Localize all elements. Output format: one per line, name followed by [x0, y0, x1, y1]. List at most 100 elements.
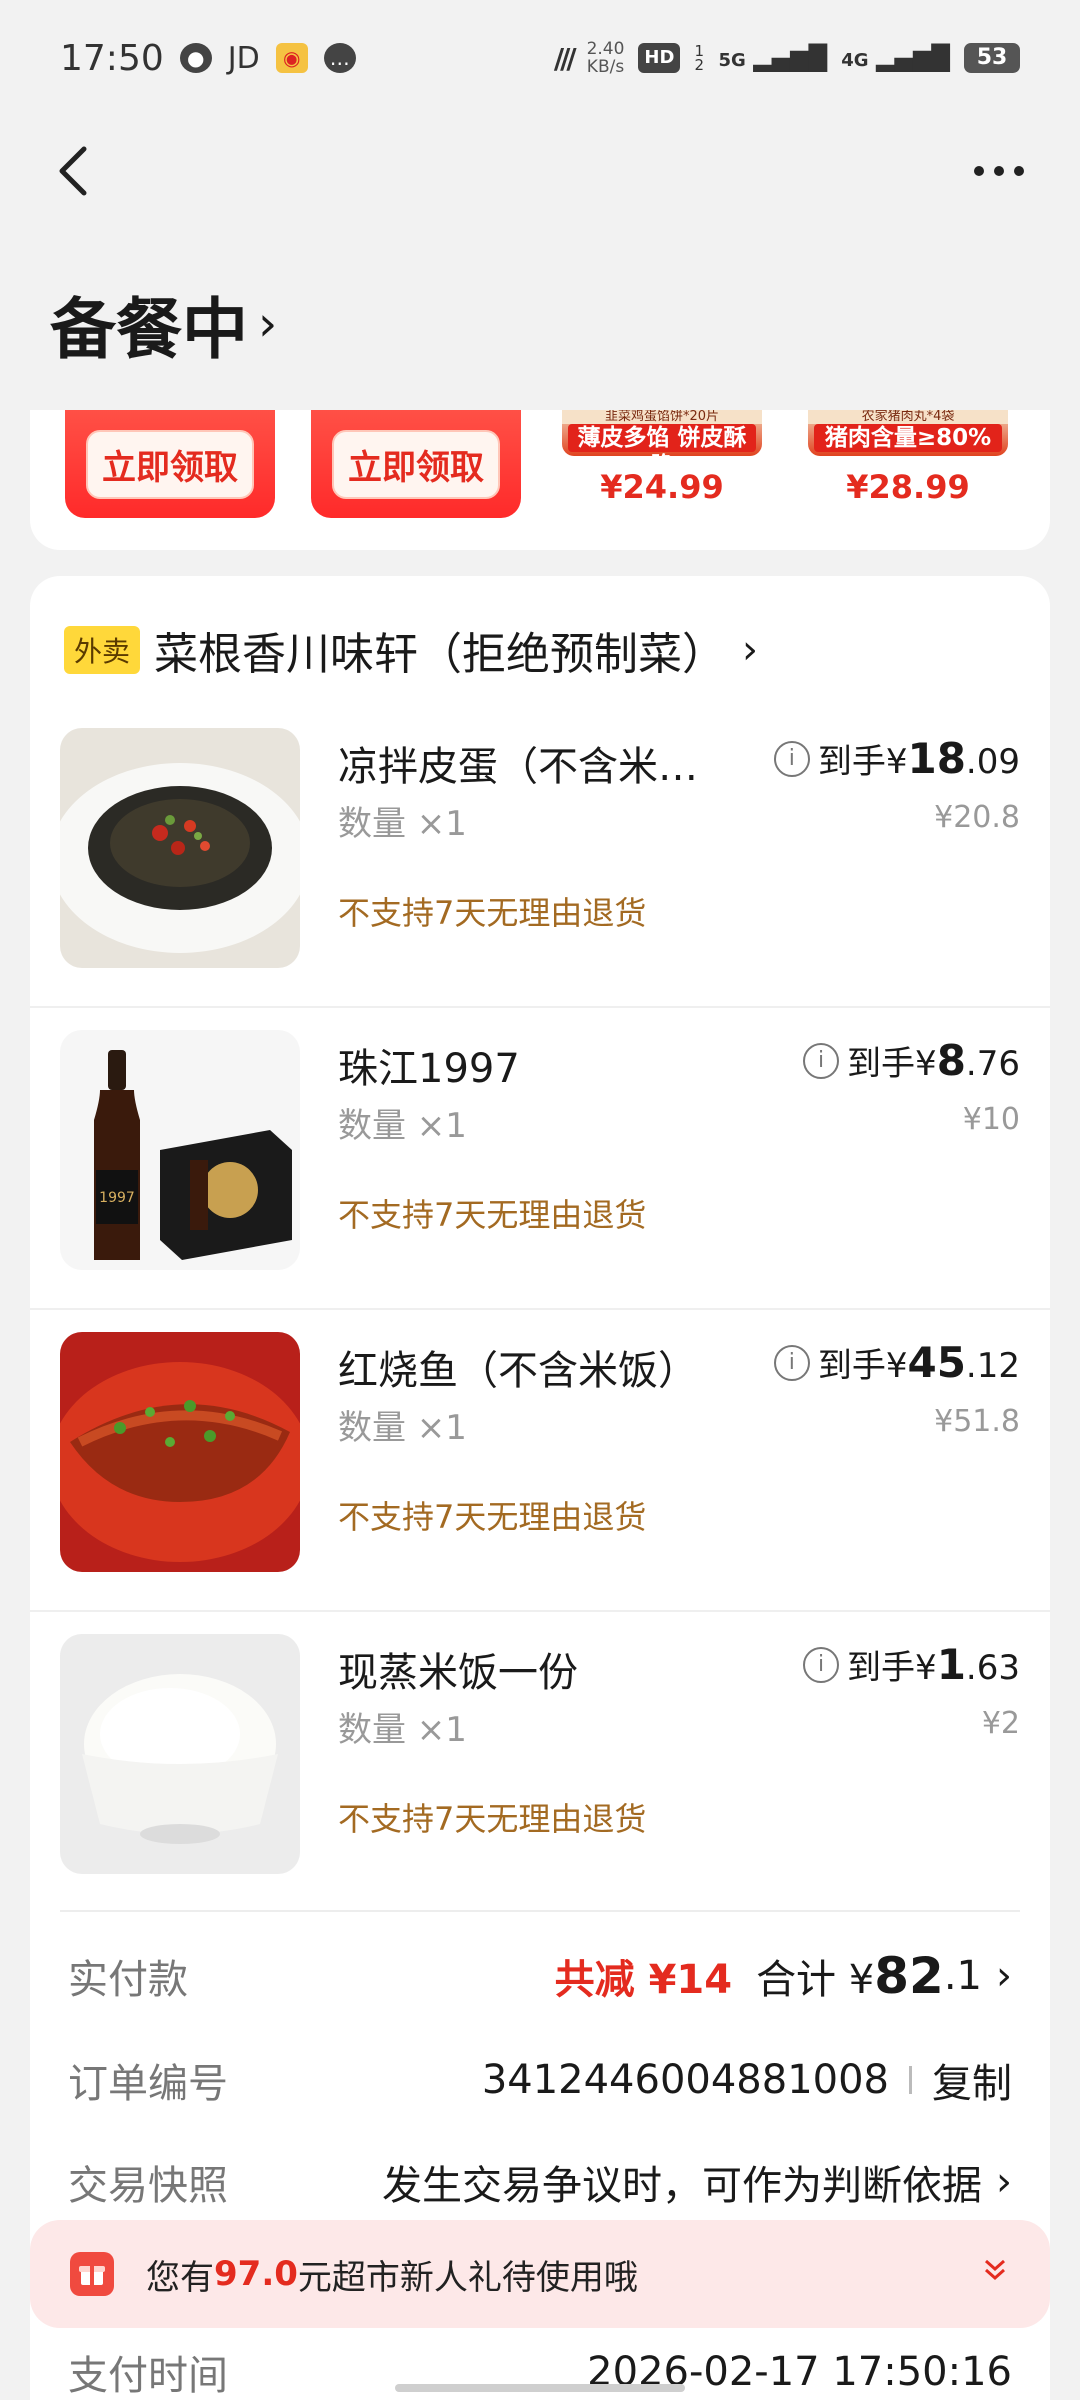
signal-carrier-icon: /// [553, 41, 577, 75]
info-icon[interactable]: i [803, 1646, 840, 1683]
return-policy: 不支持7天无理由退货 [338, 894, 647, 932]
price-int: 45 [907, 1338, 966, 1387]
chevron-right-icon: › [996, 2159, 1012, 2205]
order-item[interactable]: 1997 珠江1997 数量 ×1 不支持7天无理由退货 i 到手¥ 8 .76… [30, 1030, 1050, 1330]
item-name: 红烧鱼（不含米饭） [338, 1348, 698, 1394]
promo-image: 农家猪肉丸*4袋 猪肉含量≥80% [808, 410, 1008, 456]
order-item[interactable]: 现蒸米饭一份 数量 ×1 不支持7天无理由退货 i 到手¥ 1 .63 ¥2 [30, 1634, 1050, 1934]
item-quantity: 数量 ×1 [338, 1106, 467, 1146]
return-policy: 不支持7天无理由退货 [338, 1498, 647, 1536]
signal-5g-label: 5G [718, 50, 746, 71]
item-name: 现蒸米饭一份 [338, 1650, 578, 1696]
battery-icon: 53 [964, 43, 1020, 73]
jd-icon: JD [227, 40, 260, 76]
more-options-button[interactable] [944, 141, 1024, 201]
signal-4g-icon: 4G ▂▄▆█ [841, 44, 950, 72]
wechat-icon: ● [179, 43, 212, 73]
back-arrow-icon [59, 146, 87, 196]
more-dot-icon [1014, 166, 1024, 176]
total-int: 82 [874, 1947, 944, 2005]
price-dec: .63 [965, 1648, 1020, 1688]
separator [909, 2066, 912, 2094]
copy-button[interactable]: 复制 [932, 2051, 1012, 2109]
rice-bowl-image [60, 1634, 300, 1874]
divider [30, 1308, 1050, 1310]
snapshot-text: 发生交易争议时，可作为判断依据 [382, 2163, 982, 2209]
info-icon[interactable]: i [773, 1344, 810, 1381]
price-int: 1 [936, 1640, 966, 1689]
promo-band: 猪肉含量≥80% [814, 424, 1002, 452]
total-dec: .1 [943, 1953, 982, 1999]
preserved-egg-image [60, 728, 300, 968]
promo-caption: 韭菜鸡蛋馅饼*20片 [562, 410, 762, 424]
store-name: 菜根香川味轩（拒绝预制菜） [154, 629, 727, 680]
promo-product[interactable]: 农家猪肉丸*4袋 猪肉含量≥80% ¥28.99 [808, 410, 1008, 506]
banner-text-pre: 您有 [146, 2257, 214, 2298]
pay-time-label: 支付时间 [68, 2353, 228, 2399]
paid-label: 实付款 [68, 1957, 188, 2003]
info-icon[interactable]: i [773, 740, 810, 777]
price-int: 18 [907, 734, 966, 783]
double-chevron-down-icon[interactable] [980, 2255, 1010, 2293]
price-prefix: 到手¥ [817, 1346, 908, 1386]
more-dot-icon [994, 166, 1004, 176]
more-dot-icon [974, 166, 984, 176]
message-icon: … [323, 43, 356, 73]
price-prefix: 到手¥ [847, 1044, 937, 1084]
return-policy: 不支持7天无理由退货 [338, 1196, 647, 1234]
item-name: 凉拌皮蛋（不含米… [338, 744, 698, 790]
divider [30, 1610, 1050, 1612]
back-button[interactable] [56, 141, 116, 201]
order-item[interactable]: 凉拌皮蛋（不含米… 数量 ×1 不支持7天无理由退货 i 到手¥ 18 .09 … [30, 728, 1050, 1028]
promo-caption: 农家猪肉丸*4袋 [808, 410, 1008, 424]
status-bar: 17:50 ● JD ◉ … /// 2.40 KB/s HD 1 2 5G ▂… [0, 0, 1080, 116]
total-discount: 共减 ¥14 [554, 1957, 733, 2003]
weibo-icon: ◉ [275, 43, 308, 73]
snapshot-label: 交易快照 [68, 2163, 228, 2209]
promo-price: ¥24.99 [600, 468, 724, 506]
status-left: 17:50 ● JD ◉ … [60, 38, 356, 79]
chevron-right-icon: › [258, 296, 278, 352]
nav-bar [0, 116, 1080, 226]
item-quantity: 数量 ×1 [338, 1408, 467, 1448]
chevron-right-icon: › [996, 1953, 1012, 1999]
home-indicator[interactable] [395, 2384, 685, 2392]
new-user-gift-banner[interactable]: 您有 97.0 元超市新人礼待使用哦 [30, 2220, 1050, 2328]
order-item[interactable]: 红烧鱼（不含米饭） 数量 ×1 不支持7天无理由退货 i 到手¥ 45 .12 … [30, 1332, 1050, 1632]
paid-amount-row[interactable]: 实付款 共减 ¥14 合计 ¥ 82 .1 › [68, 1940, 1012, 2012]
coupon-card-2: 立即领取 [311, 410, 521, 518]
paid-amount: 共减 ¥14 合计 ¥ 82 .1 › [555, 1947, 1012, 2005]
item-thumbnail: 1997 [60, 1030, 300, 1270]
coupon-strip: 立即领取 立即领取 韭菜鸡蛋馅饼*20片 薄皮多馅 饼皮酥脆 ¥24.99 农家… [30, 410, 1050, 550]
item-price: i 到手¥ 8 .76 [803, 1036, 1020, 1085]
original-price: ¥20.8 [934, 800, 1020, 835]
trade-snapshot-row[interactable]: 交易快照 发生交易争议时，可作为判断依据 › [68, 2146, 1012, 2218]
claim-coupon-button[interactable]: 立即领取 [86, 429, 254, 499]
clock: 17:50 [60, 37, 164, 79]
braised-fish-image [60, 1332, 300, 1572]
store-link[interactable]: 外卖 菜根香川味轩（拒绝预制菜） › [64, 618, 758, 682]
gift-icon [70, 2252, 114, 2296]
order-no-label: 订单编号 [68, 2061, 228, 2107]
divider [30, 1006, 1050, 1008]
item-price: i 到手¥ 1 .63 [803, 1640, 1020, 1689]
info-icon[interactable]: i [803, 1042, 840, 1079]
order-number: 3412446004881008 [481, 2057, 889, 2103]
delivery-tag: 外卖 [64, 626, 141, 674]
hd-sub: 1 2 [694, 42, 704, 74]
price-dec: .09 [965, 742, 1020, 782]
order-status-label: 备餐中 [50, 291, 248, 368]
banner-amount: 97.0 [214, 2254, 298, 2294]
hd-label: HD [644, 47, 675, 68]
return-policy: 不支持7天无理由退货 [338, 1800, 647, 1838]
promo-product[interactable]: 韭菜鸡蛋馅饼*20片 薄皮多馅 饼皮酥脆 ¥24.99 [562, 410, 762, 506]
promo-price: ¥28.99 [846, 468, 970, 506]
svg-text:1997: 1997 [99, 1190, 135, 1206]
claim-coupon-button[interactable]: 立即领取 [332, 429, 500, 499]
order-status-title[interactable]: 备餐中 › [50, 276, 277, 372]
original-price: ¥51.8 [934, 1404, 1020, 1439]
item-name: 珠江1997 [338, 1046, 520, 1092]
item-price: i 到手¥ 45 .12 [773, 1338, 1020, 1387]
status-right: /// 2.40 KB/s HD 1 2 5G ▂▄▆█ 4G ▂▄▆█ 53 [554, 40, 1020, 76]
order-no-value: 3412446004881008 复制 [482, 2051, 1012, 2109]
